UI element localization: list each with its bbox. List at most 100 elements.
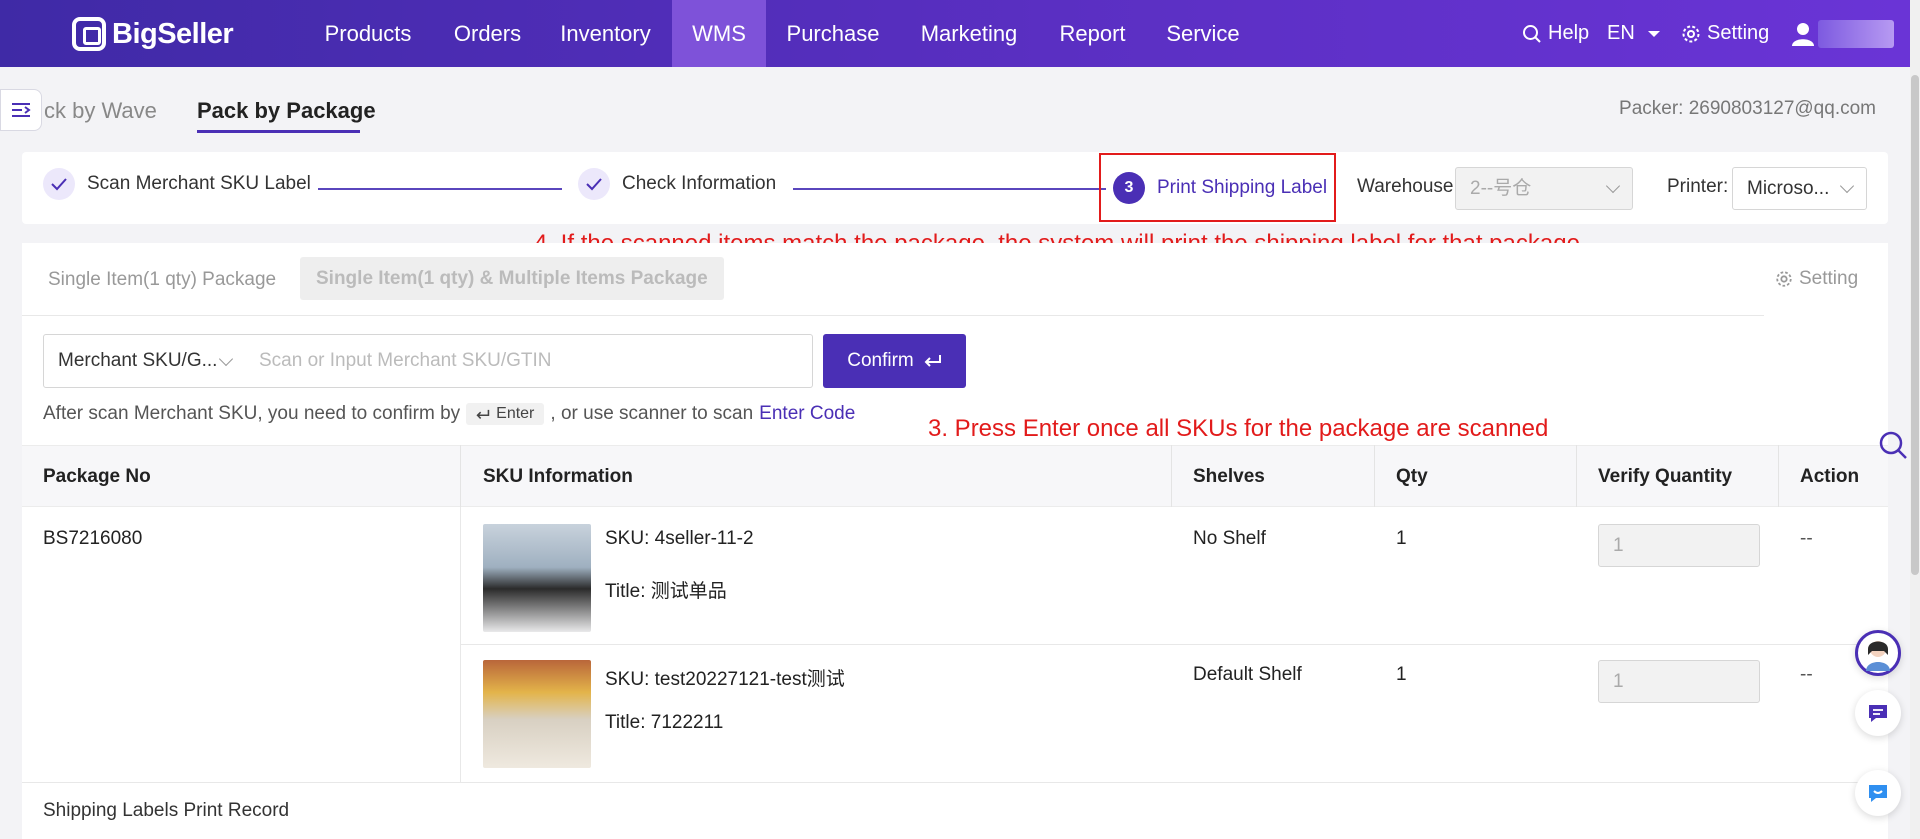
chevron-down-icon [1605,178,1621,194]
sku-value: SKU: test20227121-test测试 [605,669,845,690]
sku-title: Title: 7122211 [605,712,724,733]
assistant-button[interactable] [1855,770,1901,816]
setting-link[interactable]: Setting [1681,0,1769,67]
step-print-shipping-label: 3 Print Shipping Label [1113,172,1327,204]
sidebar-toggle-button[interactable] [0,89,42,131]
product-image [483,660,591,768]
nav-purchase[interactable]: Purchase [776,0,890,67]
action-value: -- [1800,528,1813,549]
search-icon[interactable] [1878,430,1908,460]
scan-type-select[interactable]: Merchant SKU/G... [43,334,246,388]
shelf-value: No Shelf [1193,528,1266,549]
language-selector[interactable]: EN [1607,0,1661,67]
subtab-multiple-items[interactable]: Single Item(1 qty) & Multiple Items Pack… [300,257,724,300]
table-header: Package No SKU Information Shelves Qty V… [22,445,1888,507]
nav-marketing[interactable]: Marketing [906,0,1032,67]
step3-label: Print Shipping Label [1157,177,1328,198]
language-label: EN [1607,22,1635,44]
header-qty: Qty [1396,466,1428,487]
sku-title: Title: 测试单品 [605,581,727,602]
qty-value: 1 [1396,664,1407,685]
step-connector-1 [318,188,562,190]
shipping-labels-print-record: Shipping Labels Print Record [43,800,290,821]
enter-code-link[interactable]: Enter Code [759,403,855,425]
warehouse-label: Warehouse: [1357,176,1459,197]
column-divider [1778,445,1779,507]
scan-hint: After scan Merchant SKU, you need to con… [43,403,855,425]
packer-info: Packer: 2690803127@qq.com [1619,98,1876,119]
scan-type-value: Merchant SKU/G... [58,350,218,371]
check-icon [578,168,610,200]
user-icon[interactable] [1792,22,1814,46]
feedback-button[interactable] [1855,690,1901,736]
user-name-redacted[interactable] [1818,20,1894,48]
tab-pack-by-package[interactable]: Pack by Package [197,98,376,124]
warehouse-value: 2--号仓 [1470,178,1532,199]
scan-setting-label: Setting [1799,268,1859,289]
product-image [483,524,591,632]
column-divider [460,445,461,507]
chevron-down-icon [1839,178,1855,194]
enter-icon [476,409,490,419]
nav-service[interactable]: Service [1152,0,1254,67]
shelf-value: Default Shelf [1193,664,1302,685]
nav-orders[interactable]: Orders [440,0,535,67]
package-number: BS7216080 [43,528,143,549]
hint-after: , or use scanner to scan [550,403,754,424]
hint-before: After scan Merchant SKU, you need to con… [43,403,461,424]
enter-key-label: Enter [496,405,535,422]
nav-inventory[interactable]: Inventory [548,0,663,67]
bigseller-logo[interactable]: BigSeller [72,16,234,52]
step2-label: Check Information [622,173,777,194]
printer-select[interactable]: Microso... [1732,167,1867,210]
warehouse-select[interactable]: 2--号仓 [1455,167,1633,210]
step-scan-merchant-sku: Scan Merchant SKU Label [43,168,311,200]
caret-down-icon [1647,30,1660,37]
logo-text: BigSeller [112,17,234,50]
confirm-button[interactable]: Confirm [823,334,966,388]
step3-number: 3 [1113,172,1145,204]
confirm-label: Confirm [847,350,914,371]
chat-icon [1869,705,1887,722]
agent-icon [1866,641,1890,671]
enter-icon [924,355,941,367]
support-agent-avatar[interactable] [1855,630,1901,676]
active-tab-indicator [197,130,360,133]
setting-label: Setting [1707,22,1770,44]
verify-quantity-input[interactable]: 1 [1598,524,1760,567]
step-check-information: Check Information [578,168,776,200]
row-divider [461,644,1888,645]
column-divider [1374,445,1375,507]
qty-value: 1 [1396,528,1407,549]
help-link[interactable]: Help [1522,0,1589,67]
nav-wms[interactable]: WMS [672,0,766,67]
check-icon [43,168,75,200]
printer-value: Microso... [1747,178,1830,199]
verify-quantity-input[interactable]: 1 [1598,660,1760,703]
gear-icon [1776,271,1792,287]
top-navbar: BigSeller Products Orders Inventory WMS … [0,0,1910,67]
header-sku-information: SKU Information [483,466,633,487]
annotation-step3: 3. Press Enter once all SKUs for the pac… [928,415,1549,442]
header-package-no: Package No [43,466,151,487]
nav-report[interactable]: Report [1050,0,1135,67]
header-action: Action [1800,466,1860,487]
action-value: -- [1800,664,1813,685]
column-divider [1171,445,1172,507]
header-verify-quantity: Verify Quantity [1598,466,1733,487]
chevron-down-icon [218,351,234,367]
scrollbar-thumb[interactable] [1911,75,1919,575]
gear-icon [1682,25,1700,42]
merchant-sku-input[interactable] [245,334,813,388]
logo-icon [72,17,106,51]
subtab-divider [22,315,1764,316]
column-divider [1576,445,1577,507]
smile-chat-icon [1869,785,1887,802]
step-connector-2 [793,188,1106,190]
nav-products[interactable]: Products [305,0,431,67]
sku-value: SKU: 4seller-11-2 [605,528,754,549]
scan-setting-link[interactable]: Setting [1775,268,1858,290]
tab-pack-by-wave[interactable]: ck by Wave [44,98,157,124]
menu-collapse-icon [12,103,31,117]
subtab-single-item[interactable]: Single Item(1 qty) Package [48,269,276,291]
